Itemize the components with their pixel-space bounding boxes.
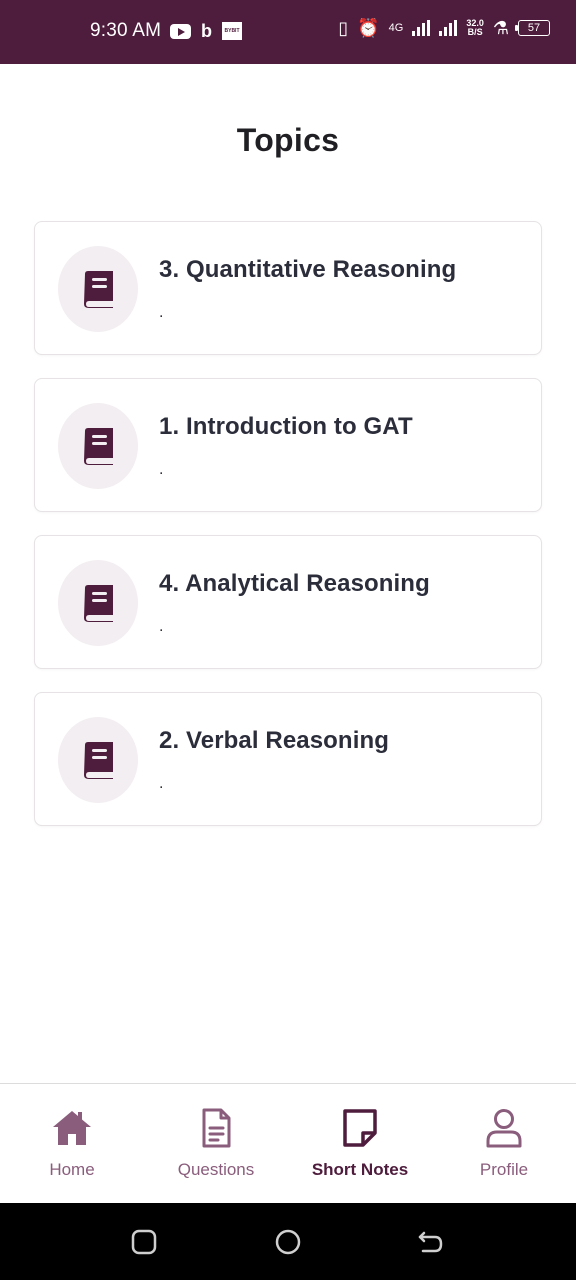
recents-icon[interactable] <box>131 1229 157 1255</box>
youtube-icon <box>170 23 191 39</box>
signal-icon <box>412 20 431 36</box>
back-icon[interactable] <box>418 1229 444 1255</box>
battery-level: 57 <box>527 22 541 34</box>
topic-avatar <box>58 560 138 646</box>
network-type: 4G <box>388 22 404 34</box>
flask-icon: ⚗ <box>492 18 509 38</box>
topic-title: 2. Verbal Reasoning <box>159 727 389 754</box>
topic-card-quantitative-reasoning[interactable]: 3. Quantitative Reasoning . <box>34 221 542 355</box>
topic-avatar <box>58 717 138 803</box>
nav-label: Questions <box>177 1160 255 1179</box>
battery-icon: 57 <box>515 20 550 36</box>
status-indicators: ▯ ⏰ 4G 32.0 B/S ⚗ 57 <box>338 18 550 38</box>
note-icon <box>343 1109 377 1147</box>
topic-list: 3. Quantitative Reasoning . 1. Introduct… <box>34 221 542 849</box>
topic-subtitle: . <box>159 304 164 321</box>
topic-title: 4. Analytical Reasoning <box>159 570 430 597</box>
nav-label: Home <box>49 1160 95 1179</box>
topic-subtitle: . <box>159 775 164 792</box>
system-nav-bar <box>0 1203 576 1280</box>
status-bar: 9:30 AM b BYBIT ▯ ⏰ 4G 32.0 B/S ⚗ 57 <box>0 0 576 64</box>
notification-icons: b BYBIT <box>170 22 242 40</box>
net-speed: 32.0 B/S <box>466 19 484 37</box>
bing-icon: b <box>201 21 212 41</box>
alarm-icon: ⏰ <box>357 18 380 38</box>
profile-icon <box>486 1109 522 1148</box>
signal-icon-2 <box>439 20 458 36</box>
bottom-nav: Home Questions Short Notes Profile <box>0 1083 576 1203</box>
nav-item-profile[interactable]: Profile <box>432 1084 576 1203</box>
net-speed-unit: B/S <box>467 27 483 37</box>
topic-subtitle: . <box>159 461 164 478</box>
topic-card-introduction-to-gat[interactable]: 1. Introduction to GAT . <box>34 378 542 512</box>
topic-card-verbal-reasoning[interactable]: 2. Verbal Reasoning . <box>34 692 542 826</box>
book-icon <box>84 585 113 622</box>
topic-subtitle: . <box>159 618 164 635</box>
status-time: 9:30 AM <box>90 20 162 41</box>
home-icon <box>53 1111 91 1145</box>
nav-item-short-notes[interactable]: Short Notes <box>288 1084 432 1203</box>
topic-title: 1. Introduction to GAT <box>159 413 413 440</box>
topic-avatar <box>58 403 138 489</box>
topic-card-analytical-reasoning[interactable]: 4. Analytical Reasoning . <box>34 535 542 669</box>
book-icon <box>84 428 113 465</box>
app-notification-icon: BYBIT <box>222 22 242 40</box>
nav-item-questions[interactable]: Questions <box>144 1084 288 1203</box>
vibrate-icon: ▯ <box>338 18 349 38</box>
nav-label: Profile <box>479 1160 529 1179</box>
nav-item-home[interactable]: Home <box>0 1084 144 1203</box>
topic-title: 3. Quantitative Reasoning <box>159 256 457 283</box>
book-icon <box>84 271 113 308</box>
nav-label: Short Notes <box>311 1160 409 1179</box>
document-icon <box>202 1108 231 1148</box>
topic-avatar <box>58 246 138 332</box>
home-button-icon[interactable] <box>275 1229 301 1255</box>
book-icon <box>84 742 113 779</box>
page-title: Topics <box>236 122 340 158</box>
